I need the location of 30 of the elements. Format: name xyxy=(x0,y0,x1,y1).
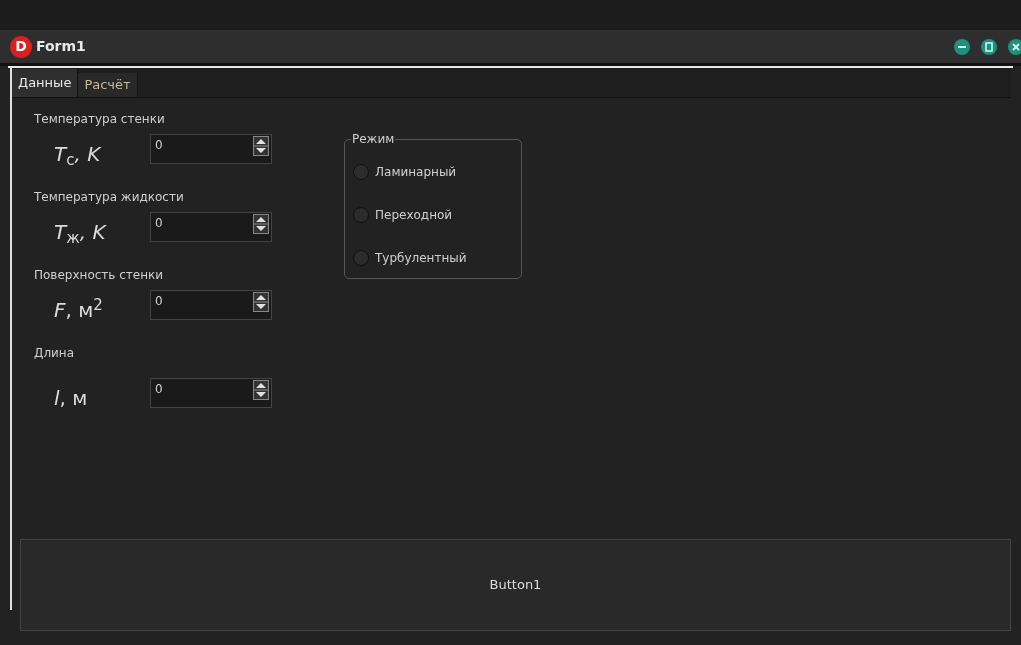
spin-box[interactable]: 0 xyxy=(150,134,272,164)
minimize-icon[interactable] xyxy=(953,37,971,56)
radio-button[interactable] xyxy=(353,206,369,223)
tab[interactable]: Расчёт xyxy=(78,73,138,97)
spin-box[interactable]: 0 xyxy=(150,212,272,242)
field-label: Поверхность стенки xyxy=(34,267,165,284)
spin-arrows-icon[interactable] xyxy=(253,292,269,312)
tab[interactable]: Данные xyxy=(12,69,79,97)
radio-button[interactable] xyxy=(353,163,369,180)
spin-arrows-icon[interactable] xyxy=(253,380,269,400)
field-label: Температура стенки xyxy=(34,111,166,128)
radio-option[interactable]: Ламинарный xyxy=(353,158,457,185)
spin-box[interactable]: 0 xyxy=(150,378,272,408)
quantity-symbol: F, м$^{2}$ xyxy=(53,294,104,322)
window-title: Form1 xyxy=(36,37,86,56)
radio-button[interactable] xyxy=(353,249,369,266)
close-icon[interactable] xyxy=(1007,37,1021,56)
radio-option[interactable]: Турбулентный xyxy=(353,244,467,271)
spin-arrows-icon[interactable] xyxy=(253,136,269,156)
quantity-symbol: l, м xyxy=(53,385,89,410)
spin-arrows-icon[interactable] xyxy=(253,214,269,234)
quantity-symbol: T$_{ж}$, K xyxy=(53,219,108,244)
quantity-symbol: T$_{с}$, K xyxy=(53,141,103,166)
app-logo-icon: D xyxy=(10,35,32,58)
spin-box[interactable]: 0 xyxy=(150,290,272,320)
maximize-icon[interactable] xyxy=(980,37,998,56)
radio-option[interactable]: Переходной xyxy=(353,201,453,228)
field-label: Температура жидкости xyxy=(34,189,185,206)
button[interactable]: Button1 xyxy=(20,539,1011,631)
field-label: Длина xyxy=(34,345,76,362)
